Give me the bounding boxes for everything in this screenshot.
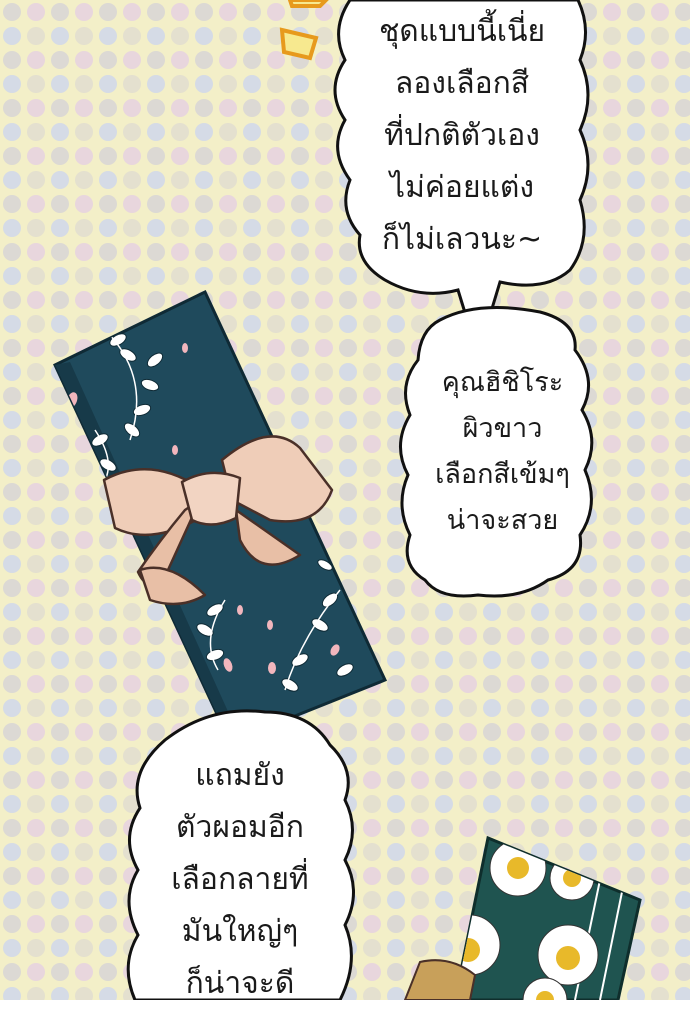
bubble-line: เลือกลายที่: [171, 862, 309, 897]
bubble-top-text: ชุดแบบนี้เนี่ย ลองเลือกสี ที่ปกติตัวเอง …: [352, 6, 572, 266]
bubble-line: ไม่ค่อยแต่ง: [390, 170, 534, 205]
bubble-line: ที่ปกติตัวเอง: [384, 118, 540, 153]
bubble-line: ลองเลือกสี: [394, 66, 530, 101]
bubble-line: ตัวผอมอีก: [176, 810, 304, 845]
bubble-line: ก็น่าจะดี: [185, 966, 295, 1001]
bubble-line: เลือกสีเข้มๆ: [435, 459, 570, 490]
bubble-line: ก็ไม่เลวนะ~: [381, 222, 543, 257]
bubble-line: มันใหญ่ๆ: [181, 914, 299, 949]
bubble-bottom-text: แถมยัง ตัวผอมอีก เลือกลายที่ มันใหญ่ๆ ก็…: [140, 750, 340, 1010]
bubble-line: ผิวขาว: [462, 413, 543, 444]
bubble-line: ชุดแบบนี้เนี่ย: [378, 14, 546, 49]
bubble-line: คุณฮิชิโระ: [441, 367, 564, 398]
bubble-line: แถมยัง: [195, 758, 285, 793]
bubble-line: น่าจะสวย: [446, 505, 559, 536]
bubble-middle-text: คุณฮิชิโระ ผิวขาว เลือกสีเข้มๆ น่าจะสวย: [415, 360, 590, 544]
